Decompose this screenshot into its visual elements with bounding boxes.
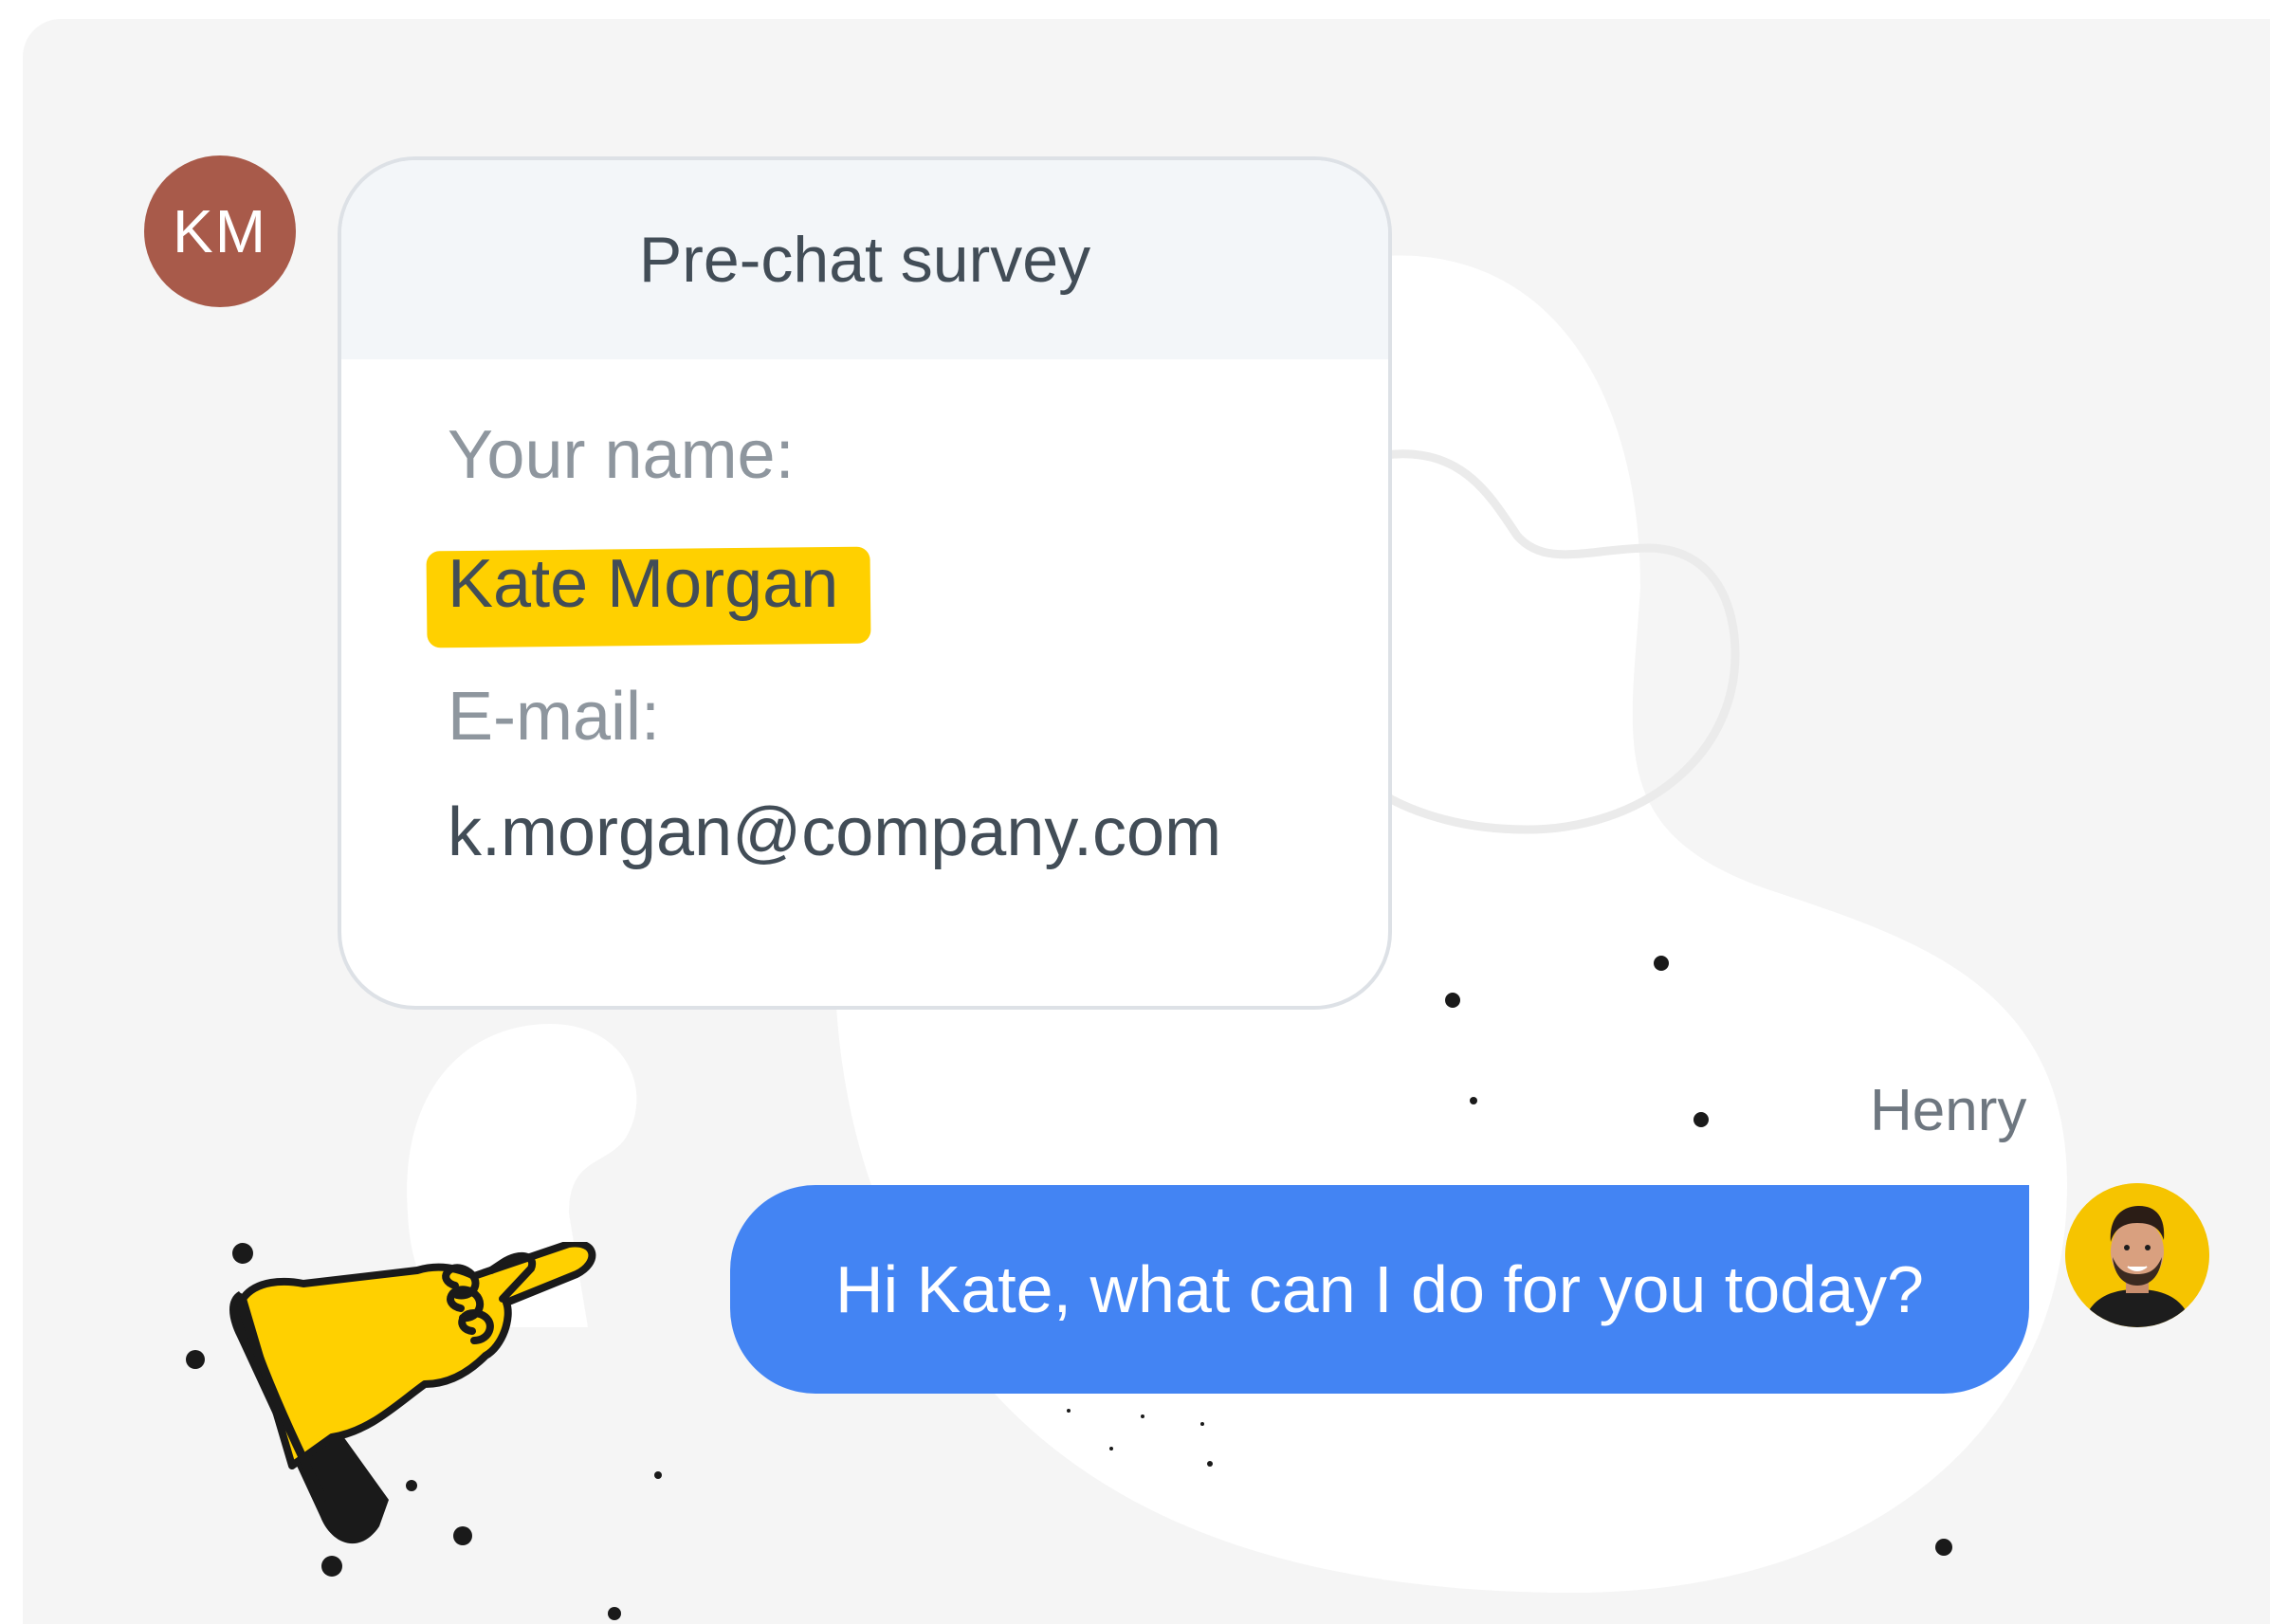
email-value: k.morgan@company.com [448, 794, 1222, 870]
pointing-hand-icon [229, 1242, 596, 1544]
user-initials: KM [173, 197, 267, 265]
name-value: Kate Morgan [448, 546, 839, 622]
email-label: E-mail: [448, 679, 661, 755]
agent-message-bubble: Hi Kate, what can I do for you today? [730, 1185, 2029, 1394]
agent-avatar-icon [2065, 1183, 2209, 1327]
survey-header: Pre-chat survey [341, 160, 1388, 359]
name-label: Your name: [448, 417, 795, 493]
survey-title: Pre-chat survey [638, 224, 1091, 296]
user-avatar: KM [144, 155, 296, 307]
agent-message-text: Hi Kate, what can I do for you today? [835, 1252, 1924, 1326]
pre-chat-survey-card: Pre-chat survey Your name: Kate Morgan E… [338, 156, 1392, 1010]
agent-name: Henry [1870, 1078, 2027, 1143]
